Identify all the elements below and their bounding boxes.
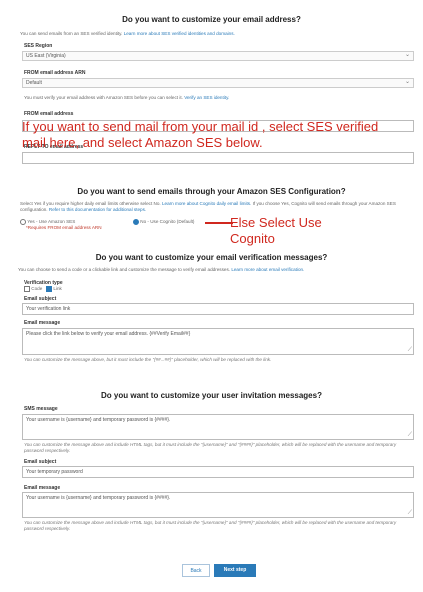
email-verification-link[interactable]: Learn more about email verification. (231, 267, 304, 272)
from-arn-label: FROM email address ARN (24, 70, 86, 76)
from-arn-select[interactable]: Default ⌄ (22, 78, 414, 88)
invite-message-label: Email message (24, 485, 61, 491)
invite-message-textarea[interactable]: Your username is {username} and temporar… (22, 492, 414, 518)
ses-region-label: SES Region (24, 43, 53, 49)
ses-config-hint: Select Yes if you require higher daily e… (20, 201, 396, 212)
verify-message-note: You can customize the message above, but… (24, 357, 272, 362)
invite-message-note: You can customize the message above and … (24, 520, 397, 531)
verify-message-textarea[interactable]: Please click the link below to verify yo… (22, 328, 414, 355)
ses-identities-link[interactable]: Learn more about SES verified identities… (124, 31, 235, 36)
chevron-down-icon: ⌄ (404, 79, 410, 85)
ses-config-heading: Do you want to send emails through your … (77, 187, 346, 196)
link-option[interactable] (46, 286, 53, 292)
back-button[interactable]: Back (182, 564, 210, 577)
invite-subject-input[interactable]: Your temporary password (22, 466, 414, 478)
email-section-hint: You can send emails from an SES verified… (20, 31, 235, 36)
option-yes-note: *Requires FROM email address ARN (26, 225, 102, 230)
option-no-cognito[interactable]: No - Use Cognito (Default) (133, 219, 194, 225)
annotation-main: If you want to send mail from your mail … (22, 119, 379, 150)
cognito-limits-link[interactable]: Learn more about Cognito daily email lim… (162, 201, 251, 206)
reply-to-input[interactable] (22, 152, 414, 164)
resize-handle-icon[interactable]: ⟋ (408, 510, 412, 517)
resize-handle-icon[interactable]: ⟋ (408, 432, 412, 439)
email-section-heading: Do you want to customize your email addr… (122, 15, 301, 24)
code-option[interactable] (24, 286, 30, 292)
annotation-else: Else Select Use Cognito (230, 215, 322, 246)
invitation-heading: Do you want to customize your user invit… (101, 391, 322, 400)
from-email-label: FROM email address (24, 111, 74, 117)
verify-subject-input[interactable]: Your verification link (22, 303, 414, 315)
verify-subject-label: Email subject (24, 296, 57, 302)
verification-type-options: Code Link (24, 286, 62, 292)
sms-message-note: You can customize the message above and … (24, 442, 397, 453)
radio-no[interactable] (133, 219, 139, 225)
sms-message-label: SMS message (24, 406, 58, 412)
invite-subject-label: Email subject (24, 459, 57, 465)
verify-message-label: Email message (24, 320, 61, 326)
resize-handle-icon[interactable]: ⟋ (408, 347, 412, 354)
next-step-button[interactable]: Next step (214, 564, 256, 577)
verify-hint: You must verify your email address with … (24, 95, 230, 100)
verification-heading: Do you want to customize your email veri… (95, 253, 328, 262)
documentation-link[interactable]: Refer to this documentation for addition… (49, 207, 146, 212)
annotation-arrow (205, 222, 233, 224)
chevron-down-icon: ⌄ (404, 52, 410, 58)
verify-ses-link[interactable]: Verify an SES identity. (184, 95, 229, 100)
sms-message-textarea[interactable]: Your username is {username} and temporar… (22, 414, 414, 440)
ses-region-select[interactable]: US East (Virginia) ⌄ (22, 51, 414, 61)
verification-hint: You can choose to send a code or a click… (18, 267, 305, 272)
